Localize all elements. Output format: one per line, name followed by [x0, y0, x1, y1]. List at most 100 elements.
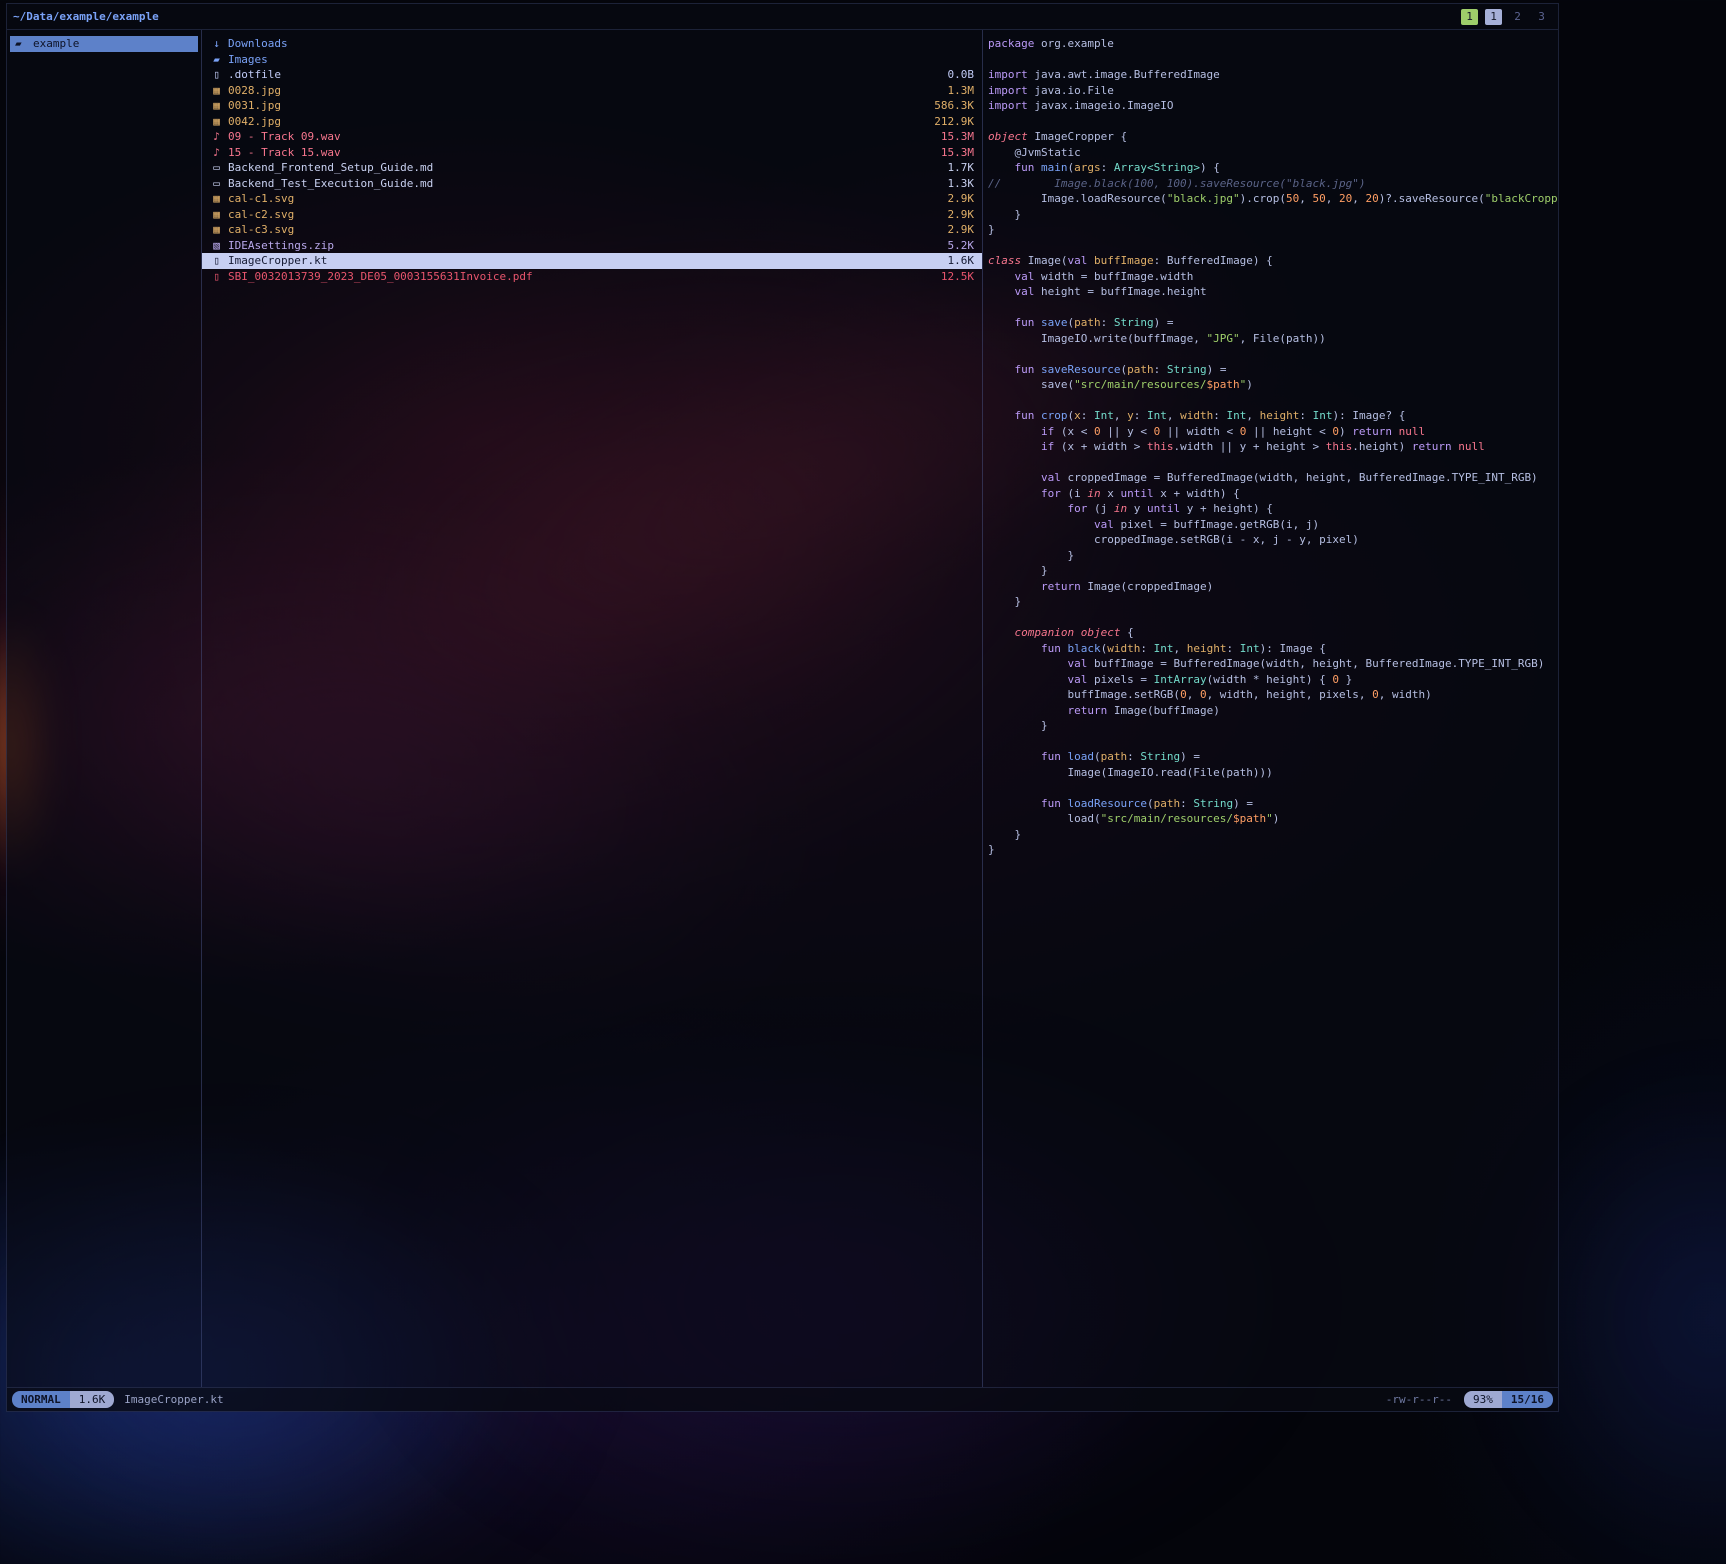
- code-line: [988, 734, 1558, 750]
- code-line: val buffImage = BufferedImage(width, hei…: [988, 656, 1558, 672]
- code-line: [988, 393, 1558, 409]
- file-icon: ▯: [210, 67, 223, 83]
- file-name: 0028.jpg: [228, 83, 943, 99]
- code-line: [988, 300, 1558, 316]
- file-name: Backend_Test_Execution_Guide.md: [228, 176, 943, 192]
- file-row-09 - Track 09.wav[interactable]: ♪09 - Track 09.wav15.3M: [202, 129, 982, 145]
- code-line: [988, 346, 1558, 362]
- code-line: save("src/main/resources/$path"): [988, 377, 1558, 393]
- code-line: }: [988, 548, 1558, 564]
- file-size: 0.0B: [948, 67, 975, 83]
- file-row-cal-c1.svg[interactable]: ▦cal-c1.svg2.9K: [202, 191, 982, 207]
- code-line: [988, 52, 1558, 68]
- file-size: 586.3K: [934, 98, 974, 114]
- file-row-0028.jpg[interactable]: ▦ 0028.jpg 1.3M: [202, 83, 982, 99]
- file-size: 5.2K: [948, 238, 975, 254]
- file-row-0042.jpg[interactable]: ▦ 0042.jpg 212.9K: [202, 114, 982, 130]
- code-line: if (x < 0 || y < 0 || width < 0 || heigh…: [988, 424, 1558, 440]
- code-line: val width = buffImage.width: [988, 269, 1558, 285]
- archive-icon: ▧: [210, 238, 223, 254]
- code-line: val croppedImage = BufferedImage(width, …: [988, 470, 1558, 486]
- code-line: for (j in y until y + height) {: [988, 501, 1558, 517]
- file-row-Images[interactable]: ▰Images: [202, 52, 982, 68]
- file-row-15 - Track 15.wav[interactable]: ♪15 - Track 15.wav15.3M: [202, 145, 982, 161]
- code-line: }: [988, 827, 1558, 843]
- file-name: cal-c2.svg: [228, 207, 943, 223]
- code-line: fun main(args: Array<String>) {: [988, 160, 1558, 176]
- file-size: 1.3K: [948, 176, 975, 192]
- file-name: IDEAsettings.zip: [228, 238, 943, 254]
- panes-container: ▰ example ↓Downloads▰Images▯.dotfile0.0B…: [7, 30, 1558, 1387]
- file-row-IDEAsettings.zip[interactable]: ▧ IDEAsettings.zip 5.2K: [202, 238, 982, 254]
- status-left: NORMAL 1.6K ImageCropper.kt: [12, 1391, 224, 1408]
- file-row-Downloads[interactable]: ↓ Downloads: [202, 36, 982, 52]
- code-line: fun crop(x: Int, y: Int, width: Int, hei…: [988, 408, 1558, 424]
- file-size: 2.9K: [948, 191, 975, 207]
- file-size: 1.6K: [948, 253, 975, 269]
- code-line: Image.loadResource("black.jpg").crop(50,…: [988, 191, 1558, 207]
- code-line: Image(ImageIO.read(File(path))): [988, 765, 1558, 781]
- code-line: }: [988, 207, 1558, 223]
- image-icon: ▦: [210, 83, 223, 99]
- file-name: 09 - Track 09.wav: [228, 129, 936, 145]
- file-name: 0031.jpg: [228, 98, 929, 114]
- tab-1[interactable]: 1: [1461, 9, 1478, 25]
- code-preview: package org.example import java.awt.imag…: [988, 36, 1558, 858]
- file-size: 15.3M: [941, 145, 974, 161]
- tab-3[interactable]: 2: [1509, 9, 1526, 25]
- parent-item-label: example: [33, 36, 79, 52]
- image-icon: ▦: [210, 98, 223, 114]
- file-row-cal-c3.svg[interactable]: ▦cal-c3.svg2.9K: [202, 222, 982, 238]
- file-name: 0042.jpg: [228, 114, 929, 130]
- dir-icon: ↓: [210, 36, 223, 52]
- file-row-cal-c2.svg[interactable]: ▦cal-c2.svg2.9K: [202, 207, 982, 223]
- code-line: ImageIO.write(buffImage, "JPG", File(pat…: [988, 331, 1558, 347]
- mode-badge: NORMAL: [12, 1391, 70, 1408]
- breadcrumb-path: ~/Data/example/example: [13, 10, 159, 23]
- parent-item-example[interactable]: ▰ example: [10, 36, 198, 52]
- code-line: return Image(croppedImage): [988, 579, 1558, 595]
- file-name: Backend_Frontend_Setup_Guide.md: [228, 160, 943, 176]
- code-line: class Image(val buffImage: BufferedImage…: [988, 253, 1558, 269]
- tab-bar: 1123: [1461, 9, 1550, 25]
- file-row-Backend_Frontend_Setup_Guide.md[interactable]: ▭Backend_Frontend_Setup_Guide.md1.7K: [202, 160, 982, 176]
- audio-icon: ♪: [210, 145, 223, 161]
- code-line: import java.io.File: [988, 83, 1558, 99]
- status-right: -rw-r--r-- 93% 15/16: [1386, 1391, 1553, 1408]
- status-bar: NORMAL 1.6K ImageCropper.kt -rw-r--r-- 9…: [7, 1387, 1558, 1411]
- code-line: object ImageCropper {: [988, 129, 1558, 145]
- code-line: import javax.imageio.ImageIO: [988, 98, 1558, 114]
- file-list-pane: ↓Downloads▰Images▯.dotfile0.0B▦0028.jpg1…: [201, 30, 983, 1387]
- file-row-Backend_Test_Execution_Guide.md[interactable]: ▭Backend_Test_Execution_Guide.md1.3K: [202, 176, 982, 192]
- code-line: fun loadResource(path: String) =: [988, 796, 1558, 812]
- code-line: fun load(path: String) =: [988, 749, 1558, 765]
- code-line: }: [988, 718, 1558, 734]
- pdf-icon: ▯: [210, 269, 223, 285]
- code-line: val pixel = buffImage.getRGB(i, j): [988, 517, 1558, 533]
- file-name: Images: [228, 52, 969, 68]
- tab-4[interactable]: 3: [1533, 9, 1550, 25]
- parent-pane: ▰ example: [7, 30, 201, 1387]
- code-line: for (i in x until x + width) {: [988, 486, 1558, 502]
- file-row-.dotfile[interactable]: ▯.dotfile0.0B: [202, 67, 982, 83]
- code-line: fun saveResource(path: String) =: [988, 362, 1558, 378]
- file-row-0031.jpg[interactable]: ▦ 0031.jpg 586.3K: [202, 98, 982, 114]
- cursor-position-badge: 15/16: [1502, 1391, 1553, 1408]
- file-name: cal-c1.svg: [228, 191, 943, 207]
- code-line: @JvmStatic: [988, 145, 1558, 161]
- code-line: companion object {: [988, 625, 1558, 641]
- file-row-SBI_0032013739_2023_DE05_0003155631Invoice.pdf[interactable]: ▯ SBI_0032013739_2023_DE05_0003155631Invo…: [202, 269, 982, 285]
- file-row-ImageCropper.kt[interactable]: ▯ImageCropper.kt1.6K: [202, 253, 982, 269]
- image-icon: ▦: [210, 114, 223, 130]
- code-line: }: [988, 842, 1558, 858]
- code-line: [988, 455, 1558, 471]
- tab-2[interactable]: 1: [1485, 9, 1502, 25]
- file-size: 1.3M: [948, 83, 975, 99]
- file-name: cal-c3.svg: [228, 222, 943, 238]
- folder-icon: ▰: [15, 36, 28, 52]
- file-name: Downloads: [228, 36, 969, 52]
- code-line: // Image.black(100, 100).saveResource("b…: [988, 176, 1558, 192]
- file-size: 212.9K: [934, 114, 974, 130]
- code-line: val pixels = IntArray(width * height) { …: [988, 672, 1558, 688]
- file-name: SBI_0032013739_2023_DE05_0003155631Invoi…: [228, 269, 936, 285]
